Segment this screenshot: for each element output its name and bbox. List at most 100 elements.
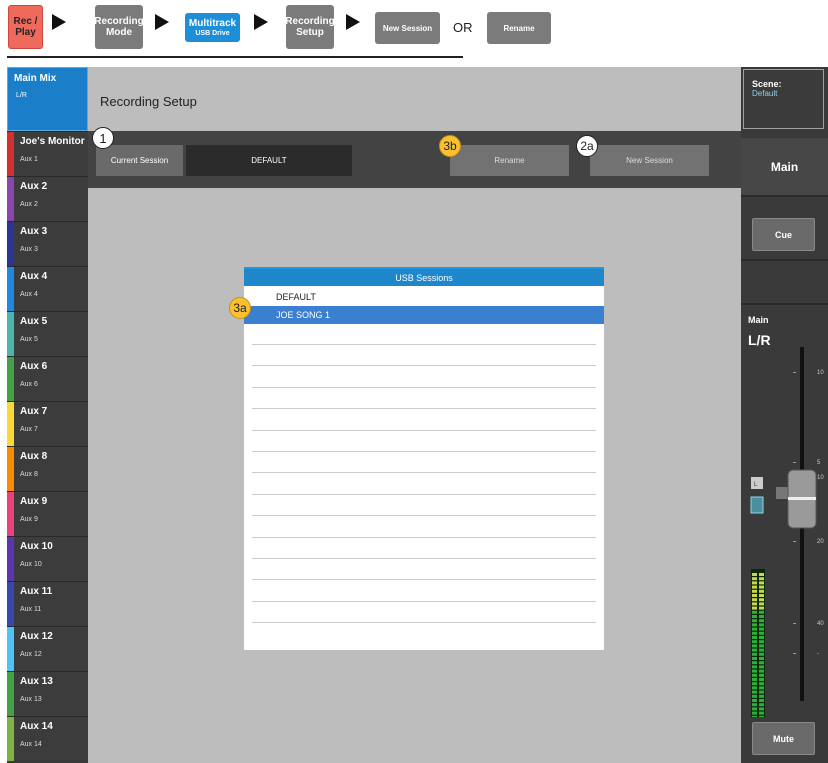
sidebar-item-main-mix[interactable]: Main Mix L/R bbox=[7, 67, 88, 131]
new-session-button[interactable]: New Session bbox=[590, 145, 709, 176]
empty-row-line bbox=[252, 622, 596, 624]
callout-3b: 3b bbox=[439, 135, 461, 157]
empty-row-line bbox=[252, 536, 596, 538]
divider bbox=[741, 259, 828, 261]
page-title: Recording Setup bbox=[100, 94, 197, 109]
meter-segment bbox=[759, 715, 764, 717]
meter-segment bbox=[759, 606, 764, 610]
meter-segment bbox=[752, 598, 757, 602]
aux-sub: Aux 1 bbox=[20, 156, 38, 163]
rename-button[interactable]: Rename bbox=[450, 145, 569, 176]
sidebar-item-aux-5[interactable]: Aux 5 Aux 5 bbox=[7, 311, 88, 356]
sidebar-item-aux-11[interactable]: Aux 11 Aux 11 bbox=[7, 581, 88, 626]
sidebar-item-aux-9[interactable]: Aux 9 Aux 9 bbox=[7, 491, 88, 536]
cue-button[interactable]: Cue bbox=[752, 218, 815, 251]
sidebar-item-aux-3[interactable]: Aux 3 Aux 3 bbox=[7, 221, 88, 266]
arrow-right-icon bbox=[346, 14, 360, 30]
session-item-default[interactable]: DEFAULT bbox=[244, 288, 604, 306]
main-lr-title: Main bbox=[748, 315, 769, 325]
meter-segment bbox=[759, 652, 764, 656]
sidebar-item-aux-4[interactable]: Aux 4 Aux 4 bbox=[7, 266, 88, 311]
meter-segment bbox=[752, 615, 757, 618]
fader-knob-line bbox=[788, 497, 816, 500]
empty-row-line bbox=[252, 558, 596, 559]
tick bbox=[793, 623, 796, 624]
empty-row-line bbox=[252, 472, 596, 474]
meter-segment bbox=[759, 657, 764, 660]
arrow-right-icon bbox=[254, 14, 268, 30]
empty-row-line bbox=[252, 493, 596, 495]
scale-20: 20 bbox=[817, 539, 824, 545]
recording-setup-button[interactable]: Recording Setup bbox=[285, 5, 335, 49]
meter-segment bbox=[759, 610, 764, 614]
meter-segment bbox=[752, 627, 757, 631]
sidebar-item-aux-13[interactable]: Aux 13 Aux 13 bbox=[7, 671, 88, 716]
empty-row-line bbox=[252, 386, 596, 388]
aux-label: Aux 12 bbox=[20, 631, 53, 642]
scene-button[interactable]: Scene: Default bbox=[743, 69, 824, 129]
session-item-joe-song-1[interactable]: JOE SONG 1 bbox=[244, 306, 604, 324]
aux-color-bar bbox=[7, 717, 14, 761]
meter-segment bbox=[759, 602, 764, 606]
aux-sub: Aux 3 bbox=[20, 246, 38, 253]
aux-sub: Aux 5 bbox=[20, 336, 38, 343]
multitrack-usb-button[interactable]: Multitrack USB Drive bbox=[185, 13, 240, 42]
meter-segment bbox=[752, 657, 757, 660]
meter-segment bbox=[759, 678, 764, 681]
sidebar-item-aux-8[interactable]: Aux 8 Aux 8 bbox=[7, 446, 88, 491]
meter-segment bbox=[759, 665, 764, 669]
meter-segment bbox=[759, 615, 764, 618]
meter-segment bbox=[752, 652, 757, 656]
meter-segment bbox=[752, 573, 757, 576]
meter-segment bbox=[752, 665, 757, 669]
empty-row-line bbox=[252, 515, 596, 517]
tick bbox=[793, 653, 796, 654]
callout-1: 1 bbox=[92, 127, 114, 149]
scale-40: 40 bbox=[817, 621, 824, 627]
sidebar-item-aux-7[interactable]: Aux 7 Aux 7 bbox=[7, 401, 88, 446]
sidebar-item-aux-1[interactable]: Joe's Monitor Aux 1 bbox=[7, 131, 88, 176]
aux-label: Joe's Monitor bbox=[20, 136, 85, 147]
meter-segment bbox=[759, 673, 764, 677]
flow-rename-label: Rename bbox=[503, 23, 535, 33]
aux-sub: Aux 13 bbox=[20, 696, 42, 703]
scene-label: Scene: bbox=[752, 79, 782, 89]
meter-segment bbox=[752, 581, 757, 585]
flow-new-session-button[interactable]: New Session bbox=[375, 12, 440, 44]
dialog-title: USB Sessions bbox=[244, 267, 604, 286]
sidebar-item-aux-14[interactable]: Aux 14 Aux 14 bbox=[7, 716, 88, 761]
mute-button[interactable]: Mute bbox=[752, 722, 815, 755]
session-toolbar: Current Session DEFAULT Rename New Sessi… bbox=[88, 131, 741, 188]
main-fader[interactable]: 10 5 10 20 40 - L bbox=[741, 337, 828, 717]
main-button[interactable]: Main bbox=[741, 138, 828, 195]
meter-segment bbox=[759, 585, 764, 589]
meter-segment bbox=[759, 686, 764, 690]
meter-segment bbox=[752, 661, 757, 665]
usb-sessions-dialog: USB Sessions DEFAULT JOE SONG 1 bbox=[244, 267, 604, 650]
meter-segment bbox=[759, 636, 764, 639]
meter-segment bbox=[752, 619, 757, 623]
divider bbox=[741, 195, 828, 197]
right-panel: Scene: Default Main Cue Main L/R 10 5 10… bbox=[741, 67, 828, 763]
sidebar-item-aux-6[interactable]: Aux 6 Aux 6 bbox=[7, 356, 88, 401]
meter-segment bbox=[752, 585, 757, 589]
scale-5: 5 bbox=[817, 460, 821, 466]
meter-segment bbox=[752, 703, 757, 707]
meter-segment bbox=[759, 598, 764, 602]
rec-play-button[interactable]: Rec / Play bbox=[8, 5, 43, 49]
aux-sub: Aux 9 bbox=[20, 516, 38, 523]
aux-color-bar bbox=[7, 582, 14, 626]
aux-label: Aux 6 bbox=[20, 361, 48, 372]
sidebar-item-aux-12[interactable]: Aux 12 Aux 12 bbox=[7, 626, 88, 671]
meter-segment bbox=[752, 644, 757, 648]
recording-mode-button[interactable]: Recording Mode bbox=[94, 5, 144, 49]
sidebar-item-aux-2[interactable]: Aux 2 Aux 2 bbox=[7, 176, 88, 221]
mix-sidebar: Main Mix L/R Joe's Monitor Aux 1 Aux 2 Aux … bbox=[7, 67, 88, 763]
empty-row-line bbox=[252, 365, 596, 367]
sidebar-item-aux-10[interactable]: Aux 10 Aux 10 bbox=[7, 536, 88, 581]
aux-color-bar bbox=[7, 492, 14, 536]
aux-label: Aux 8 bbox=[20, 451, 48, 462]
flow-rename-button[interactable]: Rename bbox=[487, 12, 551, 44]
meter-segment bbox=[752, 682, 757, 686]
aux-label: Aux 14 bbox=[20, 721, 53, 732]
